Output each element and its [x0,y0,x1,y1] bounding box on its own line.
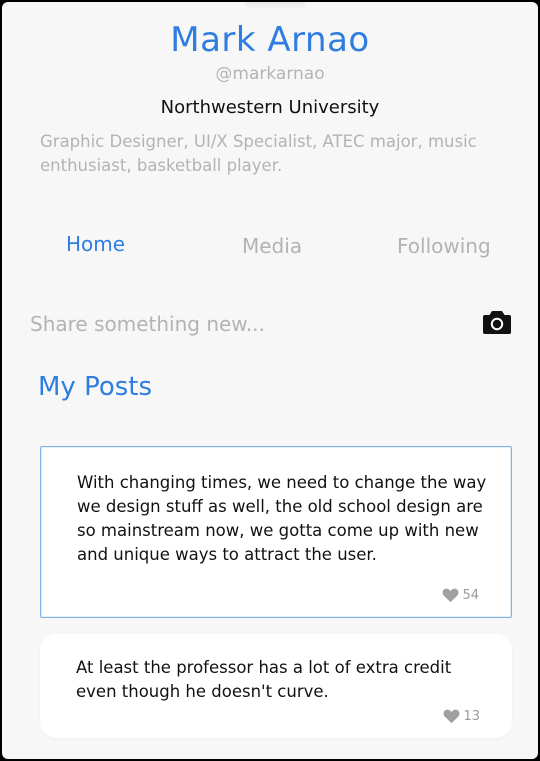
profile-name: Mark Arnao [170,20,370,60]
tab-home[interactable]: Home [66,232,125,256]
post-text: At least the professor has a lot of extr… [76,658,452,701]
tab-media[interactable]: Media [242,234,302,258]
top-notch [245,2,305,10]
profile-handle: @markarnao [215,64,325,84]
app-screen: Mark Arnao @markarnao Northwestern Unive… [2,2,538,759]
like-button[interactable]: 54 [442,588,479,603]
profile-tabs: Home Media Following [2,232,538,262]
post-card[interactable]: With changing times, we need to change t… [40,446,512,618]
post-text: With changing times, we need to change t… [77,473,487,564]
profile-school: Northwestern University [160,97,380,118]
like-count: 13 [463,709,480,724]
camera-icon[interactable] [482,309,512,335]
like-button[interactable]: 13 [443,709,480,724]
my-posts-heading: My Posts [38,372,153,402]
heart-icon [443,588,459,603]
like-count: 54 [462,588,479,603]
post-composer [30,307,512,341]
heart-icon [444,709,460,724]
tab-following[interactable]: Following [397,234,491,258]
profile-bio: Graphic Designer, UI/X Specialist, ATEC … [40,132,477,175]
post-card[interactable]: At least the professor has a lot of extr… [40,634,512,738]
share-input[interactable] [30,307,450,341]
